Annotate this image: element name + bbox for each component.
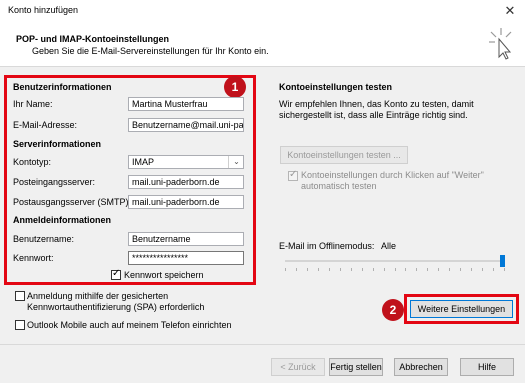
slider-tick xyxy=(362,268,363,271)
slider-thumb[interactable] xyxy=(500,255,505,267)
email-label: E-Mail-Adresse: xyxy=(13,120,78,130)
slider-tick xyxy=(482,268,483,271)
slider-tick xyxy=(285,268,286,271)
username-label: Benutzername: xyxy=(13,234,75,244)
slider-tick xyxy=(384,268,385,271)
offline-mode-slider[interactable] xyxy=(285,254,505,274)
slider-tick xyxy=(427,268,428,271)
header-subtitle: Geben Sie die E-Mail-Servereinstellungen… xyxy=(32,46,269,56)
slider-tick xyxy=(471,268,472,271)
slider-tick xyxy=(351,268,352,271)
auto-test-label-line1: Kontoeinstellungen durch Klicken auf "We… xyxy=(301,170,484,180)
slider-tick xyxy=(296,268,297,271)
auto-test-checkbox[interactable] xyxy=(288,169,298,181)
incoming-server-label: Posteingangsserver: xyxy=(13,177,96,187)
auto-test-label-line2: automatisch testen xyxy=(301,181,377,191)
slider-tick xyxy=(340,268,341,271)
slider-tick xyxy=(438,268,439,271)
help-button[interactable]: Hilfe xyxy=(460,358,514,376)
account-type-label: Kontotyp: xyxy=(13,157,52,167)
remember-password-label: Kennwort speichern xyxy=(124,270,204,280)
chevron-down-icon[interactable]: ⌄ xyxy=(228,156,244,168)
more-settings-button[interactable]: Weitere Einstellungen xyxy=(410,300,513,318)
slider-tick xyxy=(373,268,374,271)
test-settings-title: Kontoeinstellungen testen xyxy=(279,82,393,92)
test-settings-desc-line1: Wir empfehlen Ihnen, das Konto zu testen… xyxy=(279,99,474,109)
slider-tick xyxy=(395,268,396,271)
section-user-info: Benutzerinformationen xyxy=(13,82,112,92)
slider-tick xyxy=(318,268,319,271)
slider-tick xyxy=(504,268,505,271)
email-field[interactable]: Benutzername@mail.uni-paderborn.de xyxy=(128,118,244,132)
slider-tick xyxy=(307,268,308,271)
slider-tick xyxy=(493,268,494,271)
outgoing-server-field[interactable]: mail.uni-paderborn.de xyxy=(128,195,244,209)
offline-mode-label: E-Mail im Offlinemodus: xyxy=(279,241,375,251)
password-field[interactable]: **************** xyxy=(128,251,244,265)
section-login-info: Anmeldeinformationen xyxy=(13,215,112,225)
remember-password-checkbox[interactable] xyxy=(111,268,121,280)
slider-tick xyxy=(416,268,417,271)
title-bar: Konto hinzufügen ✕ xyxy=(0,0,525,22)
back-button[interactable]: < Zurück xyxy=(271,358,325,376)
outlook-mobile-checkbox[interactable] xyxy=(15,320,25,330)
step-badge-2: 2 xyxy=(382,299,404,321)
slider-track xyxy=(285,260,505,262)
finish-button[interactable]: Fertig stellen xyxy=(329,358,383,376)
name-label: Ihr Name: xyxy=(13,99,53,109)
incoming-server-field[interactable]: mail.uni-paderborn.de xyxy=(128,175,244,189)
cursor-sparkle-icon xyxy=(489,28,512,60)
dialog-header xyxy=(0,22,525,67)
password-label: Kennwort: xyxy=(13,253,54,263)
test-settings-desc-line2: sichergestellt ist, dass alle Einträge r… xyxy=(279,110,468,120)
close-icon[interactable]: ✕ xyxy=(500,3,520,19)
outlook-mobile-label: Outlook Mobile auch auf meinem Telefon e… xyxy=(27,320,232,330)
step-badge-1: 1 xyxy=(224,76,246,98)
account-type-select[interactable]: IMAP xyxy=(128,155,244,169)
slider-tick xyxy=(405,268,406,271)
offline-mode-value: Alle xyxy=(381,241,397,251)
section-server-info: Serverinformationen xyxy=(13,139,102,149)
slider-tick xyxy=(449,268,450,271)
account-type-value: IMAP xyxy=(132,157,155,167)
spa-checkbox[interactable] xyxy=(15,291,25,301)
slider-tick xyxy=(329,268,330,271)
cancel-button[interactable]: Abbrechen xyxy=(394,358,448,376)
window-title: Konto hinzufügen xyxy=(8,5,79,15)
test-settings-button[interactable]: Kontoeinstellungen testen ... xyxy=(280,146,408,164)
slider-tick xyxy=(460,268,461,271)
header-title: POP- und IMAP-Kontoeinstellungen xyxy=(16,34,169,44)
spa-label-line1: Anmeldung mithilfe der gesicherten xyxy=(27,291,169,301)
name-field[interactable]: Martina Musterfrau xyxy=(128,97,244,111)
spa-label-line2: Kennwortauthentifizierung (SPA) erforder… xyxy=(27,302,205,312)
username-field[interactable]: Benutzername xyxy=(128,232,244,246)
outgoing-server-label: Postausgangsserver (SMTP): xyxy=(13,197,132,207)
footer-divider xyxy=(0,344,525,345)
